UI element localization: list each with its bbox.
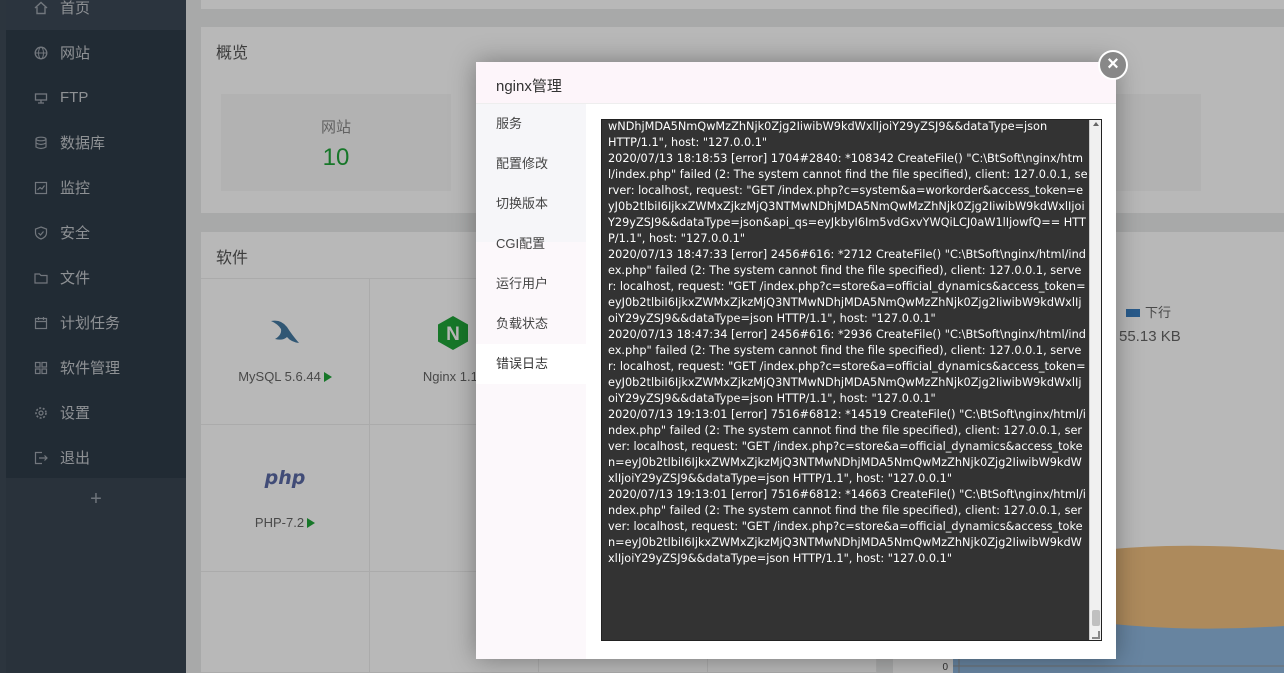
modal-title: nginx管理 xyxy=(496,78,562,95)
tab-load-status[interactable]: 负载状态 xyxy=(476,304,586,344)
modal-header: nginx管理 xyxy=(476,62,1116,104)
tab-cgi-config[interactable]: CGI配置 xyxy=(476,224,586,264)
tab-run-user[interactable]: 运行用户 xyxy=(476,264,586,304)
nginx-modal: nginx管理 服务 配置修改 切换版本 CGI配置 运行用户 负载状态 错误日… xyxy=(476,62,1116,659)
error-log-textarea[interactable]: wNDhjMDA5NmQwMzZhNjk0Zjg2IiwibW9kdWxlIjo… xyxy=(601,119,1102,641)
tab-error-log[interactable]: 错误日志 xyxy=(476,344,586,384)
error-log-text: wNDhjMDA5NmQwMzZhNjk0Zjg2IiwibW9kdWxlIjo… xyxy=(608,120,1088,565)
tab-service[interactable]: 服务 xyxy=(476,104,586,144)
tab-config[interactable]: 配置修改 xyxy=(476,144,586,184)
modal-tabs: 服务 配置修改 切换版本 CGI配置 运行用户 负载状态 错误日志 xyxy=(476,104,586,659)
close-button[interactable]: × xyxy=(1098,50,1128,80)
log-scrollbar[interactable] xyxy=(1089,120,1101,640)
scroll-thumb[interactable] xyxy=(1092,610,1100,626)
resize-handle-icon[interactable] xyxy=(1092,631,1100,639)
scroll-up-icon[interactable] xyxy=(1093,122,1099,126)
modal-content: wNDhjMDA5NmQwMzZhNjk0Zjg2IiwibW9kdWxlIjo… xyxy=(586,104,1116,659)
tab-switch-version[interactable]: 切换版本 xyxy=(476,184,586,224)
